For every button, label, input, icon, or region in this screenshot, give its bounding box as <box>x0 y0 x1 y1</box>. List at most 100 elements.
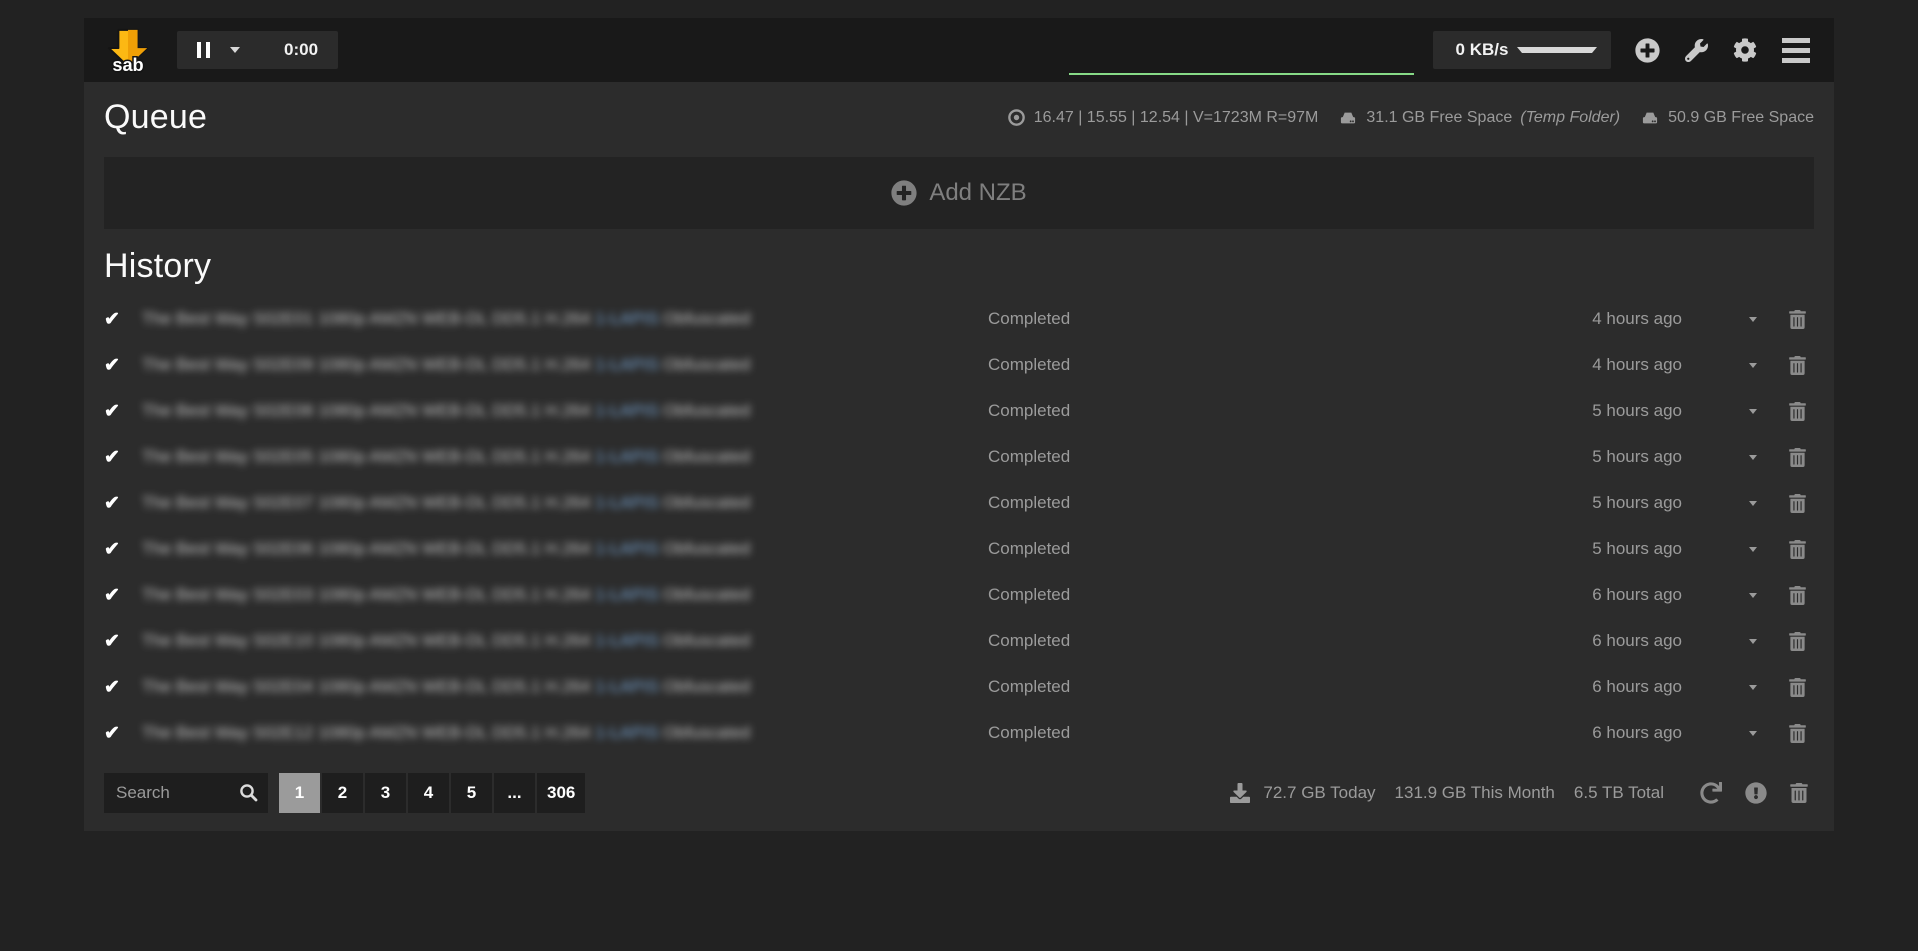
queue-title: Queue <box>104 98 207 137</box>
trash-icon[interactable] <box>1789 356 1806 375</box>
search-icon[interactable] <box>239 783 258 802</box>
settings-gear-icon[interactable] <box>1733 38 1757 62</box>
history-row-name-blurred[interactable]: The Best Way S02E07 1080p AMZN WEB-DL DD… <box>142 493 988 513</box>
trash-icon[interactable] <box>1789 494 1806 513</box>
trash-icon[interactable] <box>1789 586 1806 605</box>
stats-total: 6.5 TB Total <box>1574 783 1664 803</box>
history-row[interactable]: ✔ The Best Way S02E07 1080p AMZN WEB-DL … <box>104 480 1814 526</box>
page-button-2[interactable]: 2 <box>322 773 363 813</box>
check-icon: ✔ <box>104 400 142 423</box>
row-dropdown-caret-icon[interactable] <box>1749 409 1757 414</box>
page-button-1[interactable]: 1 <box>279 773 320 813</box>
speed-value: 0 KB/s <box>1447 40 1517 60</box>
trash-icon[interactable] <box>1789 540 1806 559</box>
check-icon: ✔ <box>104 722 142 745</box>
temp-free-space: 31.1 GB Free Space (Temp Folder) <box>1338 108 1620 128</box>
history-row[interactable]: ✔ The Best Way S02E12 1080p AMZN WEB-DL … <box>104 710 1814 756</box>
disk-free-space: 50.9 GB Free Space <box>1640 108 1814 128</box>
trash-icon[interactable] <box>1789 632 1806 651</box>
speed-limit-button[interactable]: 0 KB/s <box>1433 31 1611 69</box>
age-label: 5 hours ago <box>1532 401 1682 421</box>
wrench-icon[interactable] <box>1685 39 1708 62</box>
trash-icon[interactable] <box>1789 724 1806 743</box>
add-nzb-icon[interactable] <box>1635 38 1660 63</box>
age-label: 4 hours ago <box>1532 355 1682 375</box>
row-dropdown-caret-icon[interactable] <box>1749 317 1757 322</box>
download-icon <box>1230 783 1250 803</box>
check-icon: ✔ <box>104 354 142 377</box>
check-icon: ✔ <box>104 630 142 653</box>
hamburger-menu-icon[interactable] <box>1782 38 1810 63</box>
history-row-name-blurred[interactable]: The Best Way S02E04 1080p AMZN WEB-DL DD… <box>142 677 988 697</box>
history-row[interactable]: ✔ The Best Way S02E01 1080p AMZN WEB-DL … <box>104 296 1814 342</box>
sabnzbd-logo[interactable]: sab <box>105 27 151 73</box>
history-row[interactable]: ✔ The Best Way S02E03 1080p AMZN WEB-DL … <box>104 572 1814 618</box>
check-icon: ✔ <box>104 308 142 331</box>
speed-sparkline-chart <box>1069 25 1414 75</box>
page-button-4[interactable]: 4 <box>408 773 449 813</box>
trash-icon[interactable] <box>1789 310 1806 329</box>
row-dropdown-caret-icon[interactable] <box>1749 501 1757 506</box>
age-label: 4 hours ago <box>1532 309 1682 329</box>
row-dropdown-caret-icon[interactable] <box>1749 455 1757 460</box>
status-label: Completed <box>988 309 1532 329</box>
page-button-5[interactable]: 5 <box>451 773 492 813</box>
history-row-name-blurred[interactable]: The Best Way S02E03 1080p AMZN WEB-DL DD… <box>142 585 988 605</box>
status-label: Completed <box>988 631 1532 651</box>
history-row-name-blurred[interactable]: The Best Way S02E10 1080p AMZN WEB-DL DD… <box>142 631 988 651</box>
history-row-name-blurred[interactable]: The Best Way S02E06 1080p AMZN WEB-DL DD… <box>142 539 988 559</box>
temp-free-text: 31.1 GB Free Space <box>1366 109 1512 127</box>
history-row-name-blurred[interactable]: The Best Way S02E12 1080p AMZN WEB-DL DD… <box>142 723 988 743</box>
plus-circle-icon <box>891 180 917 206</box>
status-label: Completed <box>988 539 1532 559</box>
pagination: 1 2 3 4 5 ... 306 <box>279 773 585 813</box>
history-row-name-blurred[interactable]: The Best Way S02E09 1080p AMZN WEB-DL DD… <box>142 355 988 375</box>
row-dropdown-caret-icon[interactable] <box>1749 685 1757 690</box>
history-title: History <box>104 247 1814 286</box>
history-row[interactable]: ✔ The Best Way S02E05 1080p AMZN WEB-DL … <box>104 434 1814 480</box>
pause-dropdown-caret-icon[interactable] <box>230 47 240 53</box>
history-row[interactable]: ✔ The Best Way S02E06 1080p AMZN WEB-DL … <box>104 526 1814 572</box>
age-label: 5 hours ago <box>1532 493 1682 513</box>
refresh-icon[interactable] <box>1700 782 1722 804</box>
status-label: Completed <box>988 585 1532 605</box>
row-dropdown-caret-icon[interactable] <box>1749 363 1757 368</box>
info-exclamation-icon[interactable] <box>1745 782 1767 804</box>
row-dropdown-caret-icon[interactable] <box>1749 547 1757 552</box>
age-label: 6 hours ago <box>1532 585 1682 605</box>
page-button-306[interactable]: 306 <box>537 773 585 813</box>
row-dropdown-caret-icon[interactable] <box>1749 593 1757 598</box>
hdd-icon <box>1338 108 1358 128</box>
history-row-name-blurred[interactable]: The Best Way S02E05 1080p AMZN WEB-DL DD… <box>142 447 988 467</box>
status-label: Completed <box>988 493 1532 513</box>
purge-history-trash-icon[interactable] <box>1790 783 1808 803</box>
row-dropdown-caret-icon[interactable] <box>1749 731 1757 736</box>
history-row[interactable]: ✔ The Best Way S02E10 1080p AMZN WEB-DL … <box>104 618 1814 664</box>
trash-icon[interactable] <box>1789 402 1806 421</box>
history-row[interactable]: ✔ The Best Way S02E04 1080p AMZN WEB-DL … <box>104 664 1814 710</box>
history-row[interactable]: ✔ The Best Way S02E09 1080p AMZN WEB-DL … <box>104 342 1814 388</box>
search-box[interactable] <box>104 773 268 813</box>
temp-folder-label: (Temp Folder) <box>1520 109 1620 127</box>
stats-today: 72.7 GB Today <box>1263 783 1375 803</box>
trash-icon[interactable] <box>1789 448 1806 467</box>
add-nzb-dropzone[interactable]: Add NZB <box>104 157 1814 229</box>
check-icon: ✔ <box>104 584 142 607</box>
pause-button[interactable] <box>197 42 210 58</box>
top-navbar: sab 0:00 0 KB/s <box>84 18 1834 82</box>
page-button-ellipsis[interactable]: ... <box>494 773 535 813</box>
trash-icon[interactable] <box>1789 678 1806 697</box>
history-list: ✔ The Best Way S02E01 1080p AMZN WEB-DL … <box>104 296 1814 756</box>
row-dropdown-caret-icon[interactable] <box>1749 639 1757 644</box>
age-label: 5 hours ago <box>1532 539 1682 559</box>
history-row[interactable]: ✔ The Best Way S02E08 1080p AMZN WEB-DL … <box>104 388 1814 434</box>
queue-server-stats: 16.47 | 15.55 | 12.54 | V=1723M R=97M <box>1007 108 1319 127</box>
download-stats: 72.7 GB Today 131.9 GB This Month 6.5 TB… <box>1230 783 1664 803</box>
page-button-3[interactable]: 3 <box>365 773 406 813</box>
pause-timer: 0:00 <box>284 40 318 60</box>
history-row-name-blurred[interactable]: The Best Way S02E01 1080p AMZN WEB-DL DD… <box>142 309 988 329</box>
status-label: Completed <box>988 355 1532 375</box>
history-row-name-blurred[interactable]: The Best Way S02E08 1080p AMZN WEB-DL DD… <box>142 401 988 421</box>
check-icon: ✔ <box>104 446 142 469</box>
hdd-icon <box>1640 108 1660 128</box>
